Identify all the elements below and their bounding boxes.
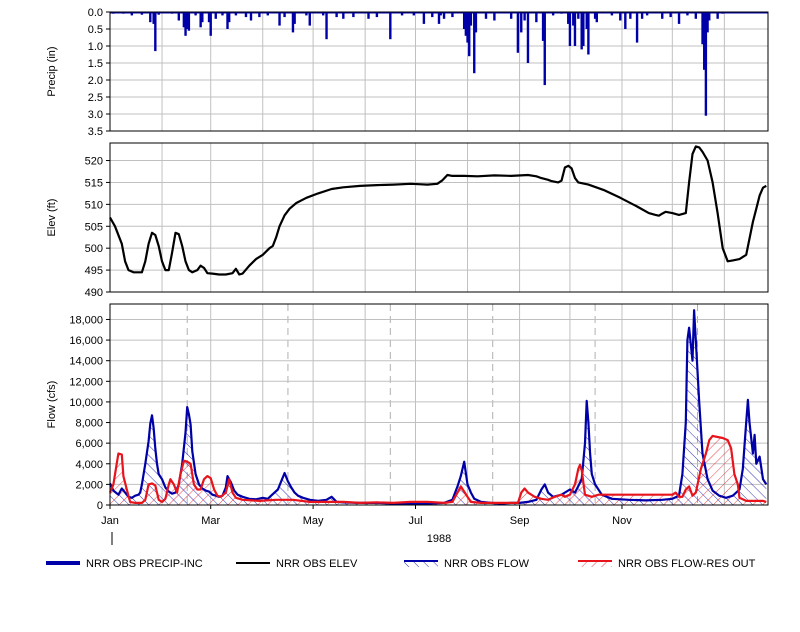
precip-bar bbox=[154, 12, 157, 52]
precip-bar bbox=[469, 12, 473, 26]
x-tick-label: May bbox=[303, 515, 324, 527]
precip-bar bbox=[595, 12, 598, 23]
y-tick-label: 18,000 bbox=[69, 314, 103, 326]
precip-bar bbox=[187, 12, 191, 31]
precip-bar bbox=[535, 12, 538, 23]
precip-bar bbox=[474, 12, 478, 33]
y-tick-label: 1.5 bbox=[88, 58, 103, 70]
observed-flow-line bbox=[109, 309, 768, 505]
year-label: 1988 bbox=[427, 533, 451, 545]
y-tick-label: 495 bbox=[85, 265, 103, 277]
y-tick-label: 520 bbox=[85, 156, 103, 168]
y-axis-label: Elev (ft) bbox=[46, 199, 58, 237]
y-tick-label: 3.0 bbox=[88, 109, 103, 121]
y-tick-label: 12,000 bbox=[69, 376, 103, 388]
legend-label: NRR OBS FLOW-RES OUT bbox=[618, 558, 756, 570]
y-tick-label: 3.5 bbox=[88, 126, 103, 138]
elevation-series-line bbox=[109, 145, 767, 276]
precip-bar bbox=[209, 12, 212, 36]
precip-bar bbox=[520, 12, 523, 33]
plot-frame bbox=[109, 303, 769, 506]
legend-label: NRR OBS FLOW bbox=[444, 558, 530, 570]
precip-bar bbox=[677, 12, 681, 24]
y-tick-label: 8,000 bbox=[75, 418, 103, 430]
y-tick-label: 2.0 bbox=[88, 75, 103, 87]
legend-label: NRR OBS PRECIP-INC bbox=[86, 558, 203, 570]
y-tick-label: 490 bbox=[85, 287, 103, 299]
y-tick-label: 4,000 bbox=[75, 459, 103, 471]
x-tick-label: Sep bbox=[510, 515, 530, 527]
y-axis-label: Flow (cfs) bbox=[46, 381, 58, 429]
y-tick-label: 14,000 bbox=[69, 356, 103, 368]
y-tick-label: 10,000 bbox=[69, 397, 103, 409]
y-axis-label: Precip (in) bbox=[46, 46, 58, 96]
x-tick-label: Jul bbox=[408, 515, 422, 527]
y-tick-label: 6,000 bbox=[75, 438, 103, 450]
hydrograph-figure: 0.0 0.5 1.0 1.5 2.0 2.5 3.0 3.5 Precip (in) 490 4… bbox=[0, 0, 800, 627]
precip-bar bbox=[201, 12, 204, 23]
precip-bar bbox=[568, 12, 572, 46]
precip-bar bbox=[526, 12, 530, 63]
precip-bar bbox=[582, 12, 585, 46]
precip-bar bbox=[293, 12, 296, 24]
x-tick-label: Nov bbox=[612, 515, 632, 527]
y-tick-label: 515 bbox=[85, 177, 103, 189]
y-tick-label: 505 bbox=[85, 221, 103, 233]
precip-bar bbox=[389, 12, 392, 40]
legend-item: NRR OBS FLOW bbox=[404, 558, 530, 570]
precip-bar bbox=[149, 12, 152, 23]
precip-panel: 0.0 0.5 1.0 1.5 2.0 2.5 3.0 3.5 Precip (in) bbox=[46, 7, 769, 138]
precip-bar bbox=[573, 12, 577, 46]
precip-bar bbox=[422, 12, 426, 24]
legend-item: NRR OBS PRECIP-INC bbox=[46, 558, 203, 570]
flow-panel: 0 2,000 4,000 6,000 8,000 10,000 12,000 14,000 1… bbox=[46, 303, 769, 527]
hydrograph-svg: 0.00.51.01.52.02.53.03.5Precip (in) 4904… bbox=[46, 7, 769, 570]
precip-bar bbox=[308, 12, 311, 26]
precip-bar bbox=[278, 12, 281, 26]
precip-bar bbox=[227, 12, 231, 23]
legend-label: NRR OBS ELEV bbox=[276, 558, 358, 570]
y-tick-label: 510 bbox=[85, 199, 103, 211]
elevation-panel: 490 495 500 505 510 515 520 Elev (ft) bbox=[46, 142, 769, 299]
legend-item: NRR OBS ELEV bbox=[236, 558, 358, 570]
y-tick-label: 0 bbox=[97, 500, 103, 512]
precip-bar bbox=[587, 12, 590, 55]
y-tick-label: 2.5 bbox=[88, 92, 103, 104]
y-tick-label: 2,000 bbox=[75, 479, 103, 491]
plot-frame bbox=[109, 11, 769, 132]
y-tick-label: 16,000 bbox=[69, 335, 103, 347]
precip-bar bbox=[325, 12, 328, 40]
x-tick-label: Jan bbox=[101, 515, 119, 527]
legend: NRR OBS PRECIP-INC NRR OBS ELEV NRR OBS FL… bbox=[46, 558, 756, 570]
y-tick-label: 1.0 bbox=[88, 41, 103, 53]
precip-bar bbox=[516, 12, 520, 53]
y-tick-label: 0.0 bbox=[88, 7, 103, 19]
y-tick-label: 500 bbox=[85, 243, 103, 255]
x-tick-label: Mar bbox=[201, 515, 220, 527]
legend-item: NRR OBS FLOW-RES OUT bbox=[578, 558, 756, 570]
precip-bar bbox=[543, 12, 546, 86]
precip-bar bbox=[624, 12, 627, 29]
y-tick-label: 0.5 bbox=[88, 24, 103, 36]
precip-bar bbox=[635, 12, 639, 43]
